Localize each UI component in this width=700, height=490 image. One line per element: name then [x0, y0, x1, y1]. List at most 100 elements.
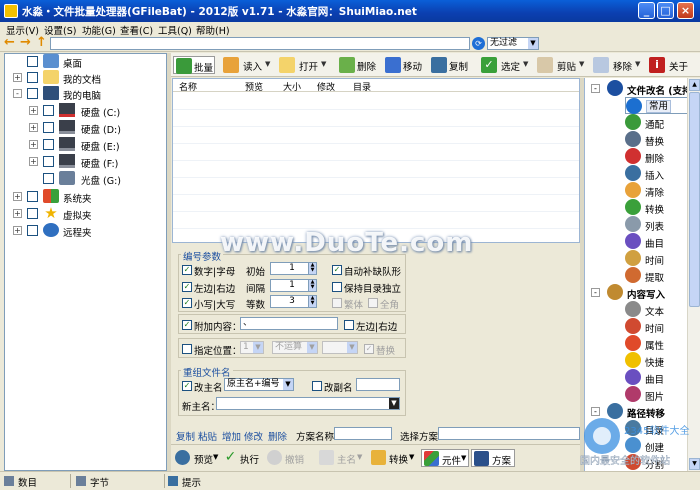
copy-button[interactable]: 复制	[431, 56, 473, 74]
function-item[interactable]: 清除	[625, 182, 688, 199]
tree-checkbox[interactable]	[43, 156, 54, 167]
ext-input[interactable]	[356, 378, 400, 391]
function-item[interactable]: 曲目	[625, 369, 688, 386]
execute-button[interactable]: ✓ 执行	[223, 449, 261, 467]
change-main-checkbox[interactable]: ✓	[182, 381, 192, 391]
menu-functions[interactable]: 功能(G)	[82, 23, 116, 37]
tree-checkbox[interactable]	[27, 56, 38, 67]
collapse-icon[interactable]: -	[591, 288, 600, 297]
tree-item-remote[interactable]: + 远程夹	[13, 223, 163, 239]
tree-item-drive-f[interactable]: + 硬盘 (F:)	[29, 154, 163, 170]
tree-item-my-computer[interactable]: - 我的电脑	[13, 86, 163, 102]
expand-icon[interactable]: +	[29, 123, 38, 132]
spin-icon[interactable]: ▲ ▼	[308, 295, 317, 308]
arrow-left-icon[interactable]: ←	[3, 36, 16, 50]
column-header-directory[interactable]: 目录	[353, 80, 371, 93]
collapse-icon[interactable]: -	[591, 84, 600, 93]
scheme-add-button[interactable]: 增加	[222, 429, 241, 443]
spin-icon[interactable]: ▲ ▼	[308, 279, 317, 292]
append-input[interactable]: 、	[240, 317, 338, 330]
trad-checkbox[interactable]	[332, 298, 342, 308]
function-item[interactable]: 图片	[625, 386, 688, 403]
select-button[interactable]: ✓ 选定 ▼	[481, 56, 533, 74]
collapse-icon[interactable]: -	[13, 89, 22, 98]
left-right-checkbox[interactable]: ✓	[182, 282, 192, 292]
scheme-copy-button[interactable]: 复制	[176, 429, 195, 443]
tree-checkbox[interactable]	[43, 105, 54, 116]
function-item[interactable]: 常用	[625, 97, 688, 114]
position-select[interactable]: 1 ▼	[240, 341, 264, 354]
function-item[interactable]: 提取	[625, 267, 688, 284]
digit-letter-checkbox[interactable]: ✓	[182, 265, 192, 275]
expand-icon[interactable]: +	[29, 106, 38, 115]
move-button[interactable]: 移动	[385, 56, 427, 74]
tree-checkbox[interactable]	[27, 225, 38, 236]
auto-fill-checkbox[interactable]: ✓	[332, 265, 342, 275]
tree-item-system[interactable]: + 系统夹	[13, 189, 163, 205]
arrow-right-icon[interactable]: →	[19, 36, 32, 50]
scroll-thumb[interactable]	[689, 92, 700, 307]
scheme-name-input[interactable]	[334, 427, 392, 440]
delete-button[interactable]: 删除	[339, 56, 381, 74]
tree-item-drive-d[interactable]: + 硬盘 (D:)	[29, 120, 163, 136]
tree-item-documents[interactable]: + 我的文档	[13, 70, 163, 86]
tree-checkbox[interactable]	[43, 139, 54, 150]
splitter[interactable]	[167, 53, 171, 471]
operation-select[interactable]: 不运算 ▼	[272, 341, 318, 354]
fullwidth-checkbox[interactable]	[368, 298, 378, 308]
main-name-button[interactable]: 主名 ▼	[319, 449, 365, 467]
function-item[interactable]: 删除	[625, 148, 688, 165]
remove-button[interactable]: 移除 ▼	[593, 56, 645, 74]
tree-item-virtual[interactable]: + ★ 虚拟夹	[13, 206, 163, 222]
close-button[interactable]: ×	[677, 2, 694, 19]
operand-select[interactable]: ▼	[322, 341, 358, 354]
tree-checkbox[interactable]	[27, 72, 38, 83]
menu-settings[interactable]: 设置(S)	[44, 23, 76, 37]
path-input[interactable]	[50, 37, 470, 50]
scheme-paste-button[interactable]: 粘贴	[198, 429, 217, 443]
keep-dir-checkbox[interactable]	[332, 282, 342, 292]
scheme-delete-button[interactable]: 删除	[268, 429, 287, 443]
folder-tree[interactable]: 桌面 + 我的文档 - 我的电脑 + 硬盘 (C:) + 硬盘 (D:) + 硬…	[4, 53, 167, 471]
replace-checkbox[interactable]: ✓	[364, 344, 374, 354]
undo-button[interactable]: 撤销	[267, 449, 307, 467]
change-ext-checkbox[interactable]	[312, 381, 322, 391]
menu-help[interactable]: 帮助(H)	[196, 23, 230, 37]
filter-select[interactable]: 无过滤 ▼	[487, 37, 539, 50]
expand-icon[interactable]: +	[13, 192, 22, 201]
scheme-select[interactable]	[438, 427, 580, 440]
menu-tools[interactable]: 工具(Q)	[158, 23, 192, 37]
column-header-preview[interactable]: 预览	[245, 80, 263, 93]
new-main-select[interactable]: ▼	[216, 397, 400, 410]
tree-checkbox[interactable]	[43, 122, 54, 133]
menu-view-c[interactable]: 查看(C)	[120, 23, 153, 37]
column-header-modified[interactable]: 修改	[317, 80, 335, 93]
function-item[interactable]: 时间	[625, 318, 688, 335]
tree-item-drive-e[interactable]: + 硬盘 (E:)	[29, 137, 163, 153]
function-item[interactable]: 列表	[625, 216, 688, 233]
cut-button[interactable]: 剪贴 ▼	[537, 56, 589, 74]
main-name-select[interactable]: 原主名+编号 ▼	[224, 378, 294, 391]
batch-button[interactable]: 批量	[173, 56, 215, 74]
about-button[interactable]: i 关于	[649, 56, 693, 74]
expand-icon[interactable]: +	[29, 140, 38, 149]
category-item[interactable]: - 内容写入	[591, 284, 688, 301]
maximize-button[interactable]: □	[657, 2, 674, 19]
append-checkbox[interactable]: ✓	[182, 320, 192, 330]
tree-checkbox[interactable]	[43, 173, 54, 184]
expand-icon[interactable]: +	[13, 209, 22, 218]
function-item[interactable]: 文本	[625, 301, 688, 318]
function-item[interactable]: 替换	[625, 131, 688, 148]
spin-icon[interactable]: ▲ ▼	[308, 262, 317, 275]
function-item[interactable]: 快捷	[625, 352, 688, 369]
scroll-up-icon[interactable]: ▲	[689, 79, 700, 91]
case-checkbox[interactable]: ✓	[182, 298, 192, 308]
scheme-button[interactable]: 方案	[471, 449, 515, 467]
tree-item-desktop[interactable]: 桌面	[13, 54, 163, 70]
refresh-icon[interactable]: ⟳	[472, 37, 485, 50]
function-item[interactable]: 转换	[625, 199, 688, 216]
category-item[interactable]: - 文件改名 (支持	[591, 80, 692, 97]
tree-checkbox[interactable]	[27, 208, 38, 219]
column-header-size[interactable]: 大小	[283, 80, 301, 93]
tree-item-drive-g[interactable]: 光盘 (G:)	[29, 171, 163, 187]
